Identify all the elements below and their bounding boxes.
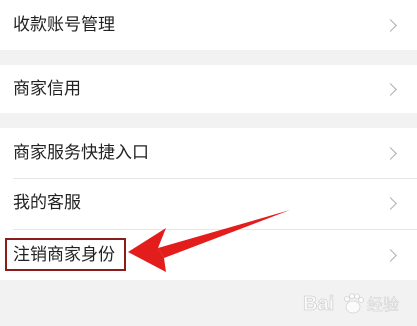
- highlight-box: [5, 238, 126, 271]
- menu-item-service-shortcut[interactable]: 商家服务快捷入口: [0, 128, 417, 178]
- menu-item-label: 商家信用: [13, 79, 81, 99]
- menu-item-payment-account[interactable]: 收款账号管理: [0, 0, 417, 50]
- menu-item-label: 我的客服: [13, 193, 81, 213]
- baidu-watermark-icon: Bai 经验: [303, 293, 400, 316]
- chevron-right-icon: [384, 83, 397, 96]
- chevron-right-icon: [384, 197, 397, 210]
- chevron-right-icon: [384, 147, 397, 160]
- menu-item-label: 收款账号管理: [13, 15, 115, 35]
- menu-item-customer-service[interactable]: 我的客服: [0, 179, 417, 229]
- chevron-right-icon: [384, 249, 397, 262]
- menu-item-merchant-credit[interactable]: 商家信用: [0, 65, 417, 113]
- svg-text:Bai: Bai: [303, 293, 334, 315]
- svg-text:经验: 经验: [367, 295, 399, 314]
- settings-screen: 收款账号管理 商家信用 商家服务快捷入口 我的客服 注销商家身份 Bai 经验: [0, 0, 417, 326]
- menu-item-label: 商家服务快捷入口: [13, 143, 149, 163]
- chevron-right-icon: [384, 19, 397, 32]
